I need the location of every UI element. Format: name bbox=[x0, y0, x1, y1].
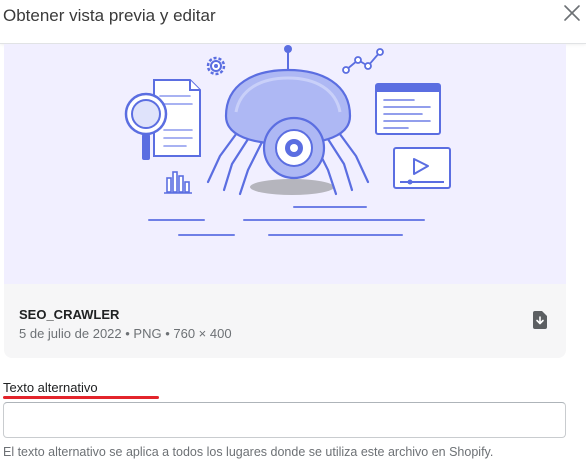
close-icon bbox=[564, 5, 580, 21]
alt-text-label: Texto alternativo bbox=[3, 380, 98, 395]
close-button[interactable] bbox=[560, 2, 586, 28]
seo-crawler-illustration bbox=[124, 45, 451, 236]
image-preview bbox=[4, 44, 566, 284]
download-button[interactable] bbox=[533, 311, 547, 329]
file-name: SEO_CRAWLER bbox=[19, 307, 120, 322]
annotation-underline bbox=[3, 396, 159, 399]
file-meta: 5 de julio de 2022 • PNG • 760 × 400 bbox=[19, 326, 232, 341]
download-file-icon bbox=[533, 311, 547, 329]
preview-edit-modal: Obtener vista previa y editar SEO_CRAWLE… bbox=[0, 0, 586, 471]
file-preview-card: SEO_CRAWLER 5 de julio de 2022 • PNG • 7… bbox=[4, 44, 566, 358]
alt-text-help: El texto alternativo se aplica a todos l… bbox=[3, 445, 494, 459]
alt-text-input[interactable] bbox=[3, 402, 566, 438]
modal-header: Obtener vista previa y editar bbox=[0, 0, 586, 44]
modal-title: Obtener vista previa y editar bbox=[3, 6, 216, 25]
